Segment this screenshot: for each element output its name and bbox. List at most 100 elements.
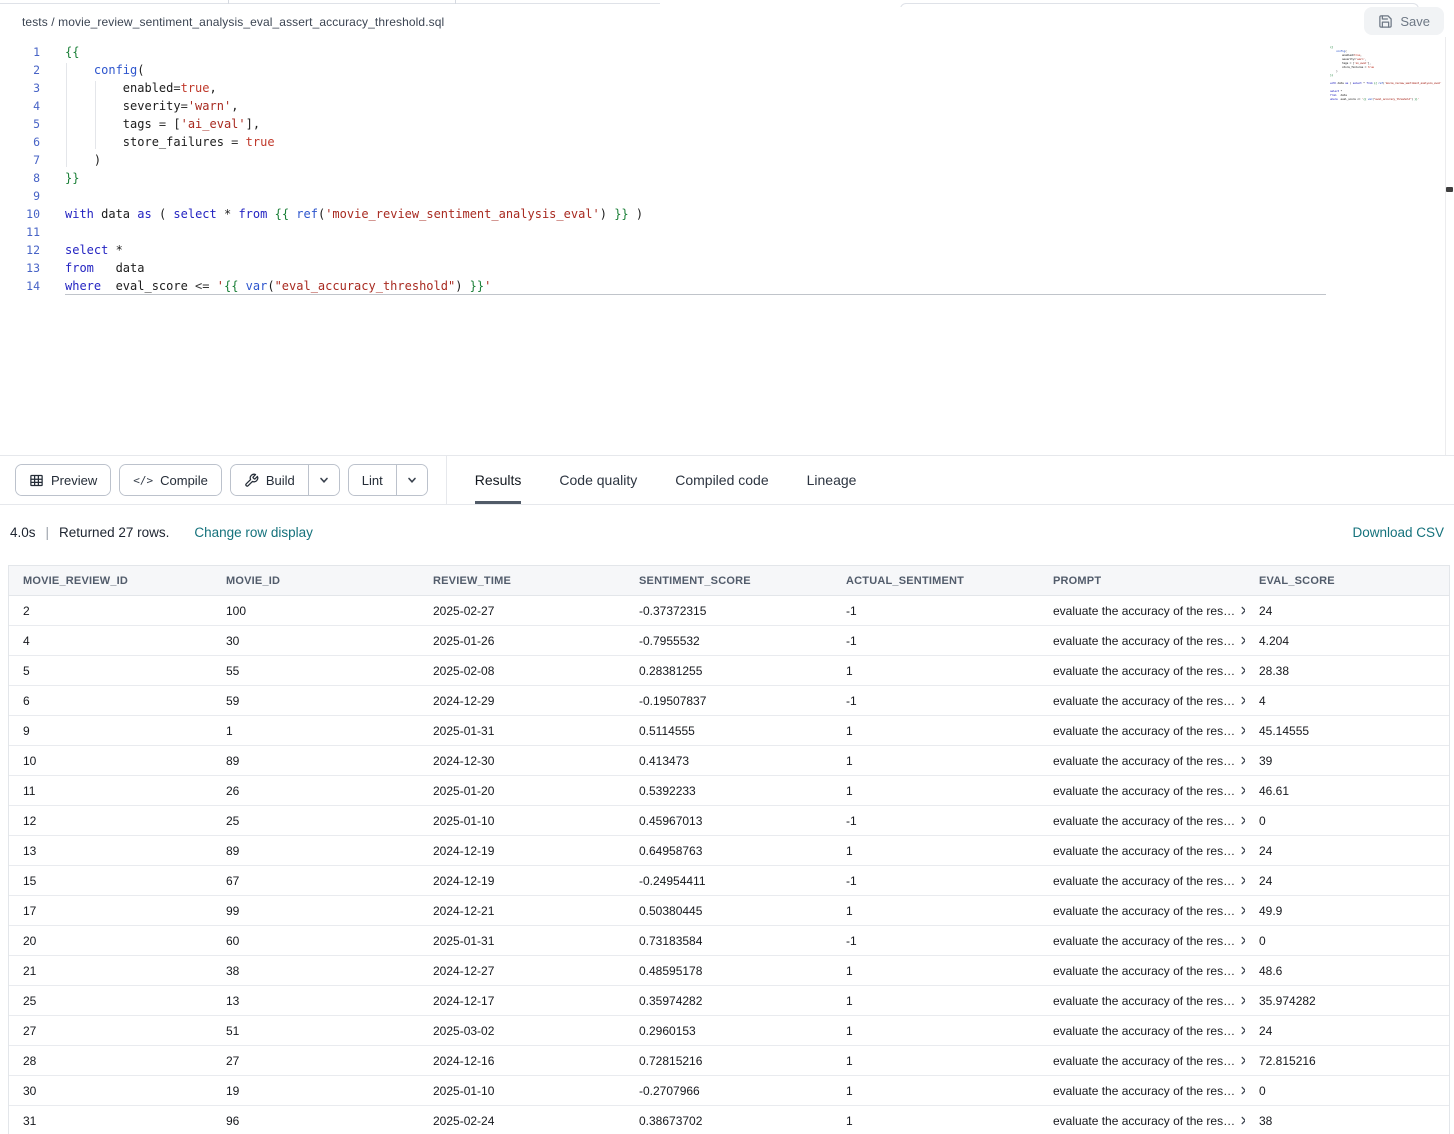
code-line[interactable]: 14where eval_score <= '{{ var("eval_accu… [0, 277, 1454, 295]
code-line[interactable]: 7 ) [0, 151, 1454, 169]
code-line[interactable]: 6 store_failures = true [0, 133, 1454, 151]
cell-movie_id: 59 [212, 694, 419, 708]
chevron-down-icon [319, 475, 329, 485]
table-row: 20602025-01-310.73183584-1evaluate the a… [9, 926, 1449, 956]
prompt-text: evaluate the accuracy of the res… [1053, 724, 1235, 738]
tab-results[interactable]: Results [475, 456, 522, 504]
build-label: Build [266, 473, 295, 488]
cell-prompt: evaluate the accuracy of the res… [1039, 1024, 1245, 1038]
lint-split-button: Lint [348, 464, 428, 496]
cell-movie_review_id: 11 [9, 784, 212, 798]
cell-eval_score: 45.14555 [1245, 724, 1449, 738]
code-line[interactable]: 9 [0, 187, 1454, 205]
code-line[interactable]: 3 enabled=true, [0, 79, 1454, 97]
code-line[interactable]: 4 severity='warn', [0, 97, 1454, 115]
cell-movie_review_id: 17 [9, 904, 212, 918]
cell-eval_score: 48.6 [1245, 964, 1449, 978]
cell-movie_id: 99 [212, 904, 419, 918]
code-line[interactable]: 2 config( [0, 61, 1454, 79]
lint-button[interactable]: Lint [349, 465, 396, 495]
code-text: {{ [65, 45, 79, 59]
cell-prompt: evaluate the accuracy of the res… [1039, 874, 1245, 888]
results-table: MOVIE_REVIEW_IDMOVIE_IDREVIEW_TIMESENTIM… [8, 565, 1450, 1134]
code-line[interactable]: 13from data [0, 259, 1454, 277]
prompt-text: evaluate the accuracy of the res… [1053, 1114, 1235, 1128]
compile-button[interactable]: </> Compile [119, 464, 222, 496]
cell-sentiment_score: -0.37372315 [625, 604, 832, 618]
tab-lineage[interactable]: Lineage [807, 456, 857, 504]
cell-movie_review_id: 6 [9, 694, 212, 708]
line-number: 6 [0, 133, 40, 151]
cell-actual_sentiment: 1 [832, 784, 1039, 798]
prompt-text: evaluate the accuracy of the res… [1053, 1054, 1235, 1068]
chevron-down-icon [407, 475, 417, 485]
change-row-display-link[interactable]: Change row display [194, 525, 313, 540]
cell-prompt: evaluate the accuracy of the res… [1039, 634, 1245, 648]
line-number: 1 [0, 43, 40, 61]
table-row: 11262025-01-200.53922331evaluate the acc… [9, 776, 1449, 806]
line-number: 12 [0, 241, 40, 259]
editor-scrollbar[interactable] [1445, 37, 1454, 455]
cell-movie_id: 1 [212, 724, 419, 738]
cell-movie_id: 100 [212, 604, 419, 618]
code-editor[interactable]: 1{{2 config(3 enabled=true,4 severity='w… [0, 37, 1454, 455]
line-number: 4 [0, 97, 40, 115]
cell-actual_sentiment: 1 [832, 904, 1039, 918]
code-line[interactable]: 5 tags = ['ai_eval'], [0, 115, 1454, 133]
code-line[interactable]: 11 [0, 223, 1454, 241]
cell-prompt: evaluate the accuracy of the res… [1039, 1114, 1245, 1128]
code-line[interactable]: 12select * [0, 241, 1454, 259]
cell-sentiment_score: 0.5114555 [625, 724, 832, 738]
cell-sentiment_score: 0.38673702 [625, 1114, 832, 1128]
prompt-text: evaluate the accuracy of the res… [1053, 904, 1235, 918]
cell-review_time: 2025-01-31 [419, 934, 625, 948]
cell-prompt: evaluate the accuracy of the res… [1039, 1054, 1245, 1068]
prompt-text: evaluate the accuracy of the res… [1053, 664, 1235, 678]
code-text: severity='warn', [65, 99, 238, 113]
toolbar-tabs-divider [446, 456, 447, 504]
prompt-text: evaluate the accuracy of the res… [1053, 634, 1235, 648]
save-button[interactable]: Save [1364, 7, 1444, 35]
cell-movie_id: 96 [212, 1114, 419, 1128]
cell-review_time: 2024-12-30 [419, 754, 625, 768]
prompt-text: evaluate the accuracy of the res… [1053, 994, 1235, 1008]
cell-eval_score: 0 [1245, 934, 1449, 948]
cell-review_time: 2025-02-27 [419, 604, 625, 618]
prompt-text: evaluate the accuracy of the res… [1053, 874, 1235, 888]
cell-movie_id: 60 [212, 934, 419, 948]
cell-review_time: 2025-01-31 [419, 724, 625, 738]
build-split-button: Build [230, 464, 340, 496]
cell-eval_score: 24 [1245, 844, 1449, 858]
cell-review_time: 2025-01-10 [419, 1084, 625, 1098]
table-row: 5552025-02-080.283812551evaluate the acc… [9, 656, 1449, 686]
cell-sentiment_score: 0.73183584 [625, 934, 832, 948]
cell-review_time: 2024-12-21 [419, 904, 625, 918]
code-text: enabled=true, [65, 81, 217, 95]
cell-review_time: 2024-12-19 [419, 844, 625, 858]
cell-eval_score: 24 [1245, 874, 1449, 888]
cell-actual_sentiment: 1 [832, 724, 1039, 738]
cell-review_time: 2024-12-17 [419, 994, 625, 1008]
lint-dropdown-button[interactable] [397, 465, 427, 495]
build-dropdown-button[interactable] [309, 465, 339, 495]
lint-label: Lint [362, 473, 383, 488]
line-number: 3 [0, 79, 40, 97]
code-line[interactable]: 8}} [0, 169, 1454, 187]
code-line[interactable]: 10with data as ( select * from {{ ref('m… [0, 205, 1454, 223]
cell-eval_score: 39 [1245, 754, 1449, 768]
tab-compiled-code[interactable]: Compiled code [675, 456, 768, 504]
cell-review_time: 2025-02-24 [419, 1114, 625, 1128]
cell-eval_score: 24 [1245, 1024, 1449, 1038]
prompt-text: evaluate the accuracy of the res… [1053, 844, 1235, 858]
tab-code-quality[interactable]: Code quality [559, 456, 637, 504]
preview-button[interactable]: Preview [15, 464, 111, 496]
download-csv-link[interactable]: Download CSV [1352, 525, 1444, 540]
cell-sentiment_score: 0.28381255 [625, 664, 832, 678]
code-line[interactable]: 1 {{ [0, 43, 1454, 61]
scrollbar-thumb[interactable] [1446, 187, 1453, 192]
cell-prompt: evaluate the accuracy of the res… [1039, 934, 1245, 948]
cell-eval_score: 28.38 [1245, 664, 1449, 678]
table-row: 4302025-01-26-0.7955532-1evaluate the ac… [9, 626, 1449, 656]
table-header-row: MOVIE_REVIEW_IDMOVIE_IDREVIEW_TIMESENTIM… [9, 566, 1449, 596]
build-button[interactable]: Build [231, 465, 308, 495]
